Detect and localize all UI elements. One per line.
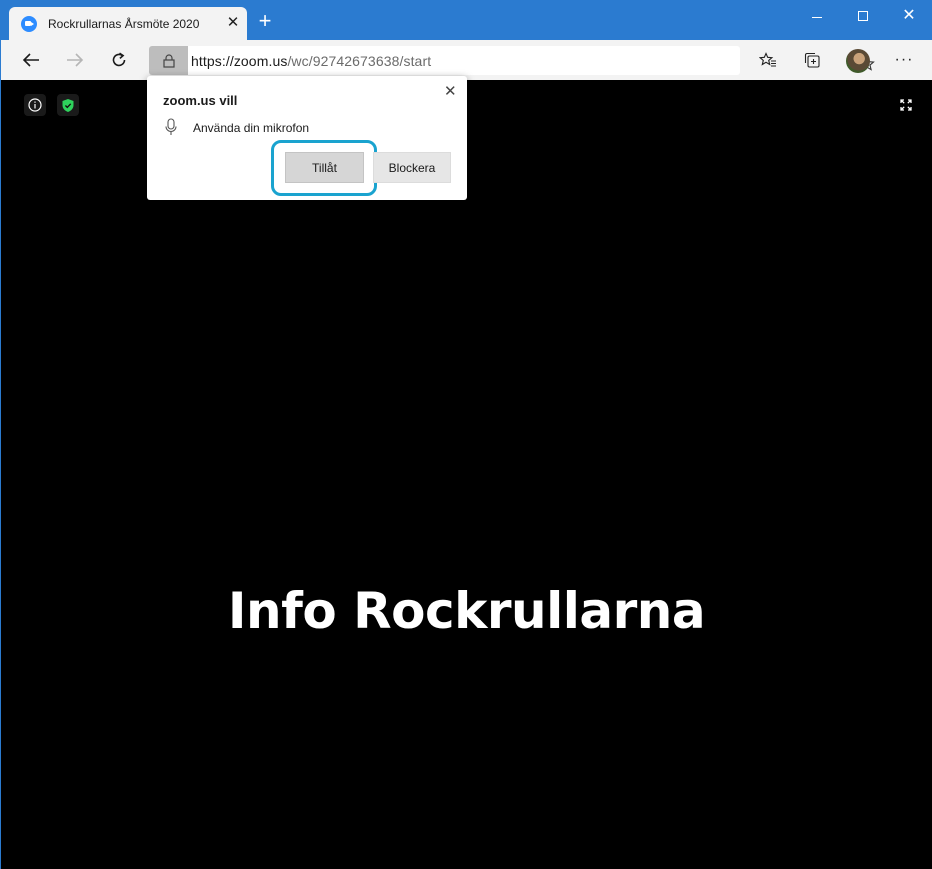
microphone-icon — [165, 118, 177, 141]
more-menu-button[interactable]: ··· — [894, 50, 914, 70]
permission-popup: zoom.us vill ✕ Använda din mikrofon Till… — [147, 76, 467, 200]
reload-icon — [112, 52, 126, 67]
meeting-info-button[interactable] — [24, 94, 46, 116]
window-close-button[interactable]: ✕ — [886, 0, 932, 32]
site-info-button[interactable] — [149, 46, 188, 75]
shield-check-icon — [62, 98, 74, 112]
address-bar[interactable]: https://zoom.us/wc/92742673638/start — [149, 46, 875, 75]
meeting-title: Info Rockrullarna — [227, 582, 706, 640]
minimize-button[interactable] — [794, 0, 840, 32]
address-toolbar: https://zoom.us/wc/92742673638/start ··· — [1, 40, 932, 80]
url-text[interactable]: https://zoom.us/wc/92742673638/start — [191, 53, 431, 69]
maximize-icon — [858, 11, 868, 21]
popup-title: zoom.us vill — [163, 93, 238, 108]
popup-close-button[interactable]: ✕ — [444, 84, 457, 99]
security-button[interactable] — [57, 94, 79, 116]
favorites-icon — [759, 52, 776, 67]
collections-icon — [804, 52, 820, 68]
zoom-favicon-icon — [21, 15, 37, 32]
tab-close-button[interactable]: ✕ — [225, 15, 241, 31]
back-arrow-icon — [22, 53, 39, 67]
forward-arrow-icon — [67, 53, 84, 67]
info-icon — [28, 98, 42, 112]
tab-title: Rockrullarnas Årsmöte 2020 — [48, 16, 200, 31]
fullscreen-icon — [900, 99, 912, 111]
permission-request-text: Använda din mikrofon — [193, 121, 310, 135]
profile-avatar[interactable] — [846, 49, 870, 73]
favorites-button[interactable] — [758, 50, 778, 70]
url-path: /wc/92742673638/start — [287, 53, 432, 69]
new-tab-button[interactable]: + — [256, 10, 274, 32]
browser-tab[interactable]: Rockrullarnas Årsmöte 2020 ✕ — [9, 7, 247, 40]
block-button[interactable]: Blockera — [373, 152, 451, 183]
window-close-icon: ✕ — [902, 7, 916, 24]
url-host: https://zoom.us — [191, 53, 288, 69]
lock-icon — [162, 53, 175, 68]
forward-button[interactable] — [61, 46, 89, 74]
fullscreen-button[interactable] — [897, 96, 915, 114]
title-bar: Rockrullarnas Årsmöte 2020 ✕ + ✕ — [1, 0, 932, 40]
maximize-button[interactable] — [840, 0, 886, 32]
back-button[interactable] — [17, 46, 45, 74]
minimize-icon — [812, 16, 822, 18]
collections-button[interactable] — [802, 50, 822, 70]
reload-button[interactable] — [105, 46, 133, 74]
browser-window: Rockrullarnas Årsmöte 2020 ✕ + ✕ https:/… — [0, 0, 932, 869]
allow-button[interactable]: Tillåt — [285, 152, 364, 183]
